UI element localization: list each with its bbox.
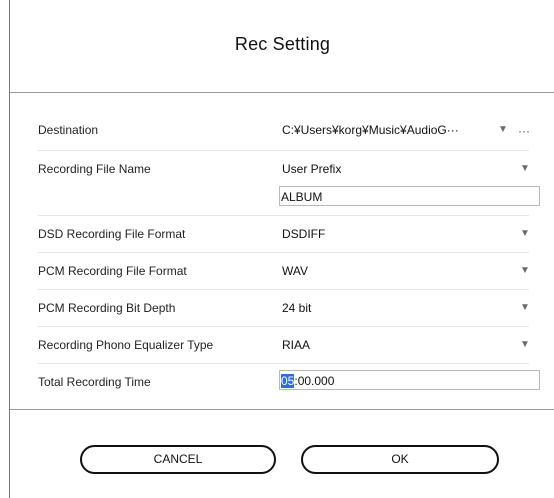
ok-button[interactable]: OK — [301, 445, 499, 474]
dialog-title: Rec Setting — [234, 34, 331, 54]
dialog-header: Rec Setting — [10, 0, 554, 93]
recording-file-name-label: Recording File Name — [38, 162, 151, 176]
outer-background-edge — [0, 0, 9, 498]
destination-dropdown-arrow-icon[interactable]: ▼ — [498, 124, 508, 135]
destination-value[interactable]: C:¥Users¥korg¥Music¥AudioG··· — [282, 123, 459, 137]
recording-file-name-dropdown-arrow-icon[interactable]: ▼ — [520, 163, 530, 174]
dsd-format-row: DSD Recording File Format DSDIFF ▼ — [38, 216, 530, 253]
recording-file-name-select[interactable]: User Prefix — [282, 162, 341, 176]
destination-label: Destination — [38, 123, 99, 137]
pcm-bit-depth-select[interactable]: 24 bit — [282, 301, 311, 315]
total-recording-time-input[interactable]: 05:00.000 — [279, 370, 540, 390]
destination-row: Destination C:¥Users¥korg¥Music¥AudioG··… — [38, 114, 530, 151]
dsd-format-dropdown-arrow-icon[interactable]: ▼ — [520, 228, 530, 239]
footer-divider — [10, 409, 554, 410]
pcm-bit-depth-label: PCM Recording Bit Depth — [38, 301, 176, 315]
recording-file-name-row: Recording File Name User Prefix ▼ ALBUM — [38, 151, 540, 216]
recording-file-name-prefix-input[interactable]: ALBUM — [279, 186, 540, 206]
dsd-format-label: DSD Recording File Format — [38, 227, 186, 241]
pcm-format-label: PCM Recording File Format — [38, 264, 187, 278]
recording-settings-list: Destination C:¥Users¥korg¥Music¥AudioG··… — [38, 114, 554, 400]
destination-browse-button[interactable]: ··· — [518, 124, 530, 138]
pcm-bit-depth-dropdown-arrow-icon[interactable]: ▼ — [520, 302, 530, 313]
dsd-format-select[interactable]: DSDIFF — [282, 227, 325, 241]
total-recording-time-remaining-value: :00.000 — [294, 374, 335, 388]
phono-eq-dropdown-arrow-icon[interactable]: ▼ — [520, 339, 530, 350]
pcm-format-row: PCM Recording File Format WAV ▼ — [38, 253, 530, 290]
pcm-format-dropdown-arrow-icon[interactable]: ▼ — [520, 265, 530, 276]
pcm-bit-depth-row: PCM Recording Bit Depth 24 bit ▼ — [38, 290, 530, 327]
total-recording-time-label: Total Recording Time — [38, 375, 151, 389]
total-recording-time-row: Total Recording Time 05:00.000 — [38, 364, 540, 400]
cancel-button[interactable]: CANCEL — [80, 445, 276, 474]
rec-setting-dialog: Rec Setting Destination C:¥Users¥korg¥Mu… — [9, 0, 554, 498]
total-recording-time-selected-hours: 05 — [281, 374, 295, 388]
phono-eq-select[interactable]: RIAA — [282, 338, 310, 352]
phono-eq-label: Recording Phono Equalizer Type — [38, 338, 214, 352]
phono-eq-row: Recording Phono Equalizer Type RIAA ▼ — [38, 327, 530, 364]
pcm-format-select[interactable]: WAV — [282, 264, 308, 278]
